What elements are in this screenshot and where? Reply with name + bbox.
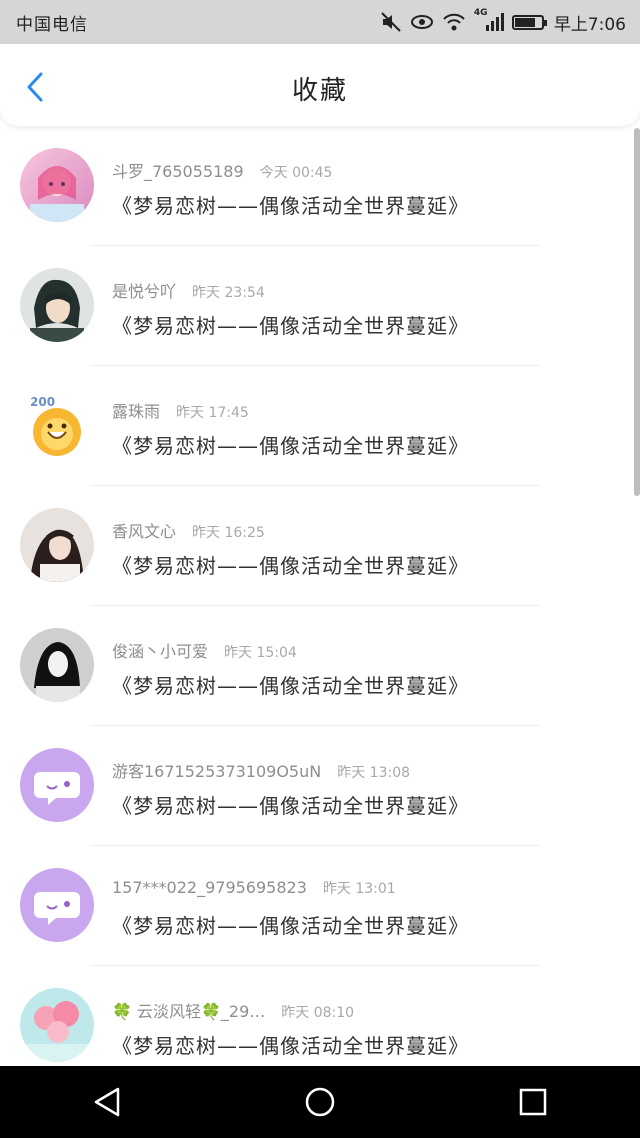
- mute-icon: [380, 10, 402, 34]
- nav-recents-button[interactable]: [503, 1072, 563, 1132]
- timestamp: 昨天 08:10: [281, 1005, 355, 1021]
- item-title: 《梦易恋树——偶像活动全世界蔓延》: [112, 914, 469, 938]
- user-name: 俊涵丶小可爱: [112, 642, 209, 661]
- clock: 早上7:06: [553, 14, 626, 35]
- timestamp: 昨天 23:54: [192, 285, 265, 301]
- list-item[interactable]: 🍀 云淡风轻🍀_29… 昨天 08:10 《梦易恋树——偶像活动全世界蔓延》: [0, 966, 620, 1066]
- user-name: 🍀 云淡风轻🍀_29…: [112, 1002, 266, 1021]
- list-item[interactable]: 200 露珠雨 昨天 17:45 《梦易恋树——偶像活动全世界蔓延》: [0, 366, 620, 486]
- nav-home-button[interactable]: [290, 1072, 350, 1132]
- item-meta: 游客1671525373109O5uN 昨天 13:08: [112, 758, 410, 782]
- list-item[interactable]: 是悦兮吖 昨天 23:54 《梦易恋树——偶像活动全世界蔓延》: [0, 246, 620, 366]
- avatar[interactable]: [20, 508, 94, 582]
- item-meta: 是悦兮吖 昨天 23:54: [112, 278, 265, 302]
- signal-icon: 4G: [473, 8, 504, 34]
- battery-fill: [514, 17, 535, 27]
- item-title: 《梦易恋树——偶像活动全世界蔓延》: [112, 314, 469, 338]
- user-name: 斗罗_765055189: [112, 162, 244, 181]
- item-title: 《梦易恋树——偶像活动全世界蔓延》: [112, 674, 469, 698]
- wifi-icon: [442, 10, 466, 34]
- user-name: 游客1671525373109O5uN: [112, 762, 322, 781]
- avatar[interactable]: [20, 628, 94, 702]
- timestamp: 今天 00:45: [259, 165, 333, 181]
- avatar[interactable]: [20, 148, 94, 222]
- item-title: 《梦易恋树——偶像活动全世界蔓延》: [112, 434, 469, 458]
- list-item[interactable]: 157***022_9795695823 昨天 13:01 《梦易恋树——偶像活动…: [0, 846, 620, 966]
- scrollbar[interactable]: [634, 128, 640, 496]
- timestamp: 昨天 17:45: [176, 405, 249, 421]
- list-item[interactable]: 游客1671525373109O5uN 昨天 13:08 《梦易恋树——偶像活动全…: [0, 726, 620, 846]
- list-item[interactable]: 香风文心 昨天 16:25 《梦易恋树——偶像活动全世界蔓延》: [0, 486, 620, 606]
- avatar[interactable]: [20, 268, 94, 342]
- user-name: 露珠雨: [112, 402, 161, 421]
- user-name: 157***022_9795695823: [112, 878, 307, 897]
- circle-home-icon: [305, 1087, 335, 1117]
- item-meta: 俊涵丶小可爱 昨天 15:04: [112, 638, 297, 662]
- item-meta: 斗罗_765055189 今天 00:45: [112, 158, 332, 182]
- item-meta: 香风文心 昨天 16:25: [112, 518, 265, 542]
- battery-icon: [511, 10, 547, 34]
- page-title: 收藏: [291, 76, 348, 106]
- user-name: 是悦兮吖: [112, 282, 177, 301]
- avatar[interactable]: 200: [20, 388, 94, 462]
- timestamp: 昨天 15:04: [224, 645, 297, 661]
- nav-back-button[interactable]: [77, 1072, 137, 1132]
- network-type-label: 4G: [473, 8, 488, 18]
- item-title: 《梦易恋树——偶像活动全世界蔓延》: [112, 194, 469, 218]
- item-meta: 157***022_9795695823 昨天 13:01: [112, 878, 396, 898]
- item-meta: 🍀 云淡风轻🍀_29… 昨天 08:10: [112, 998, 354, 1022]
- item-meta: 露珠雨 昨天 17:45: [112, 398, 249, 422]
- app-header: 收藏: [0, 44, 640, 126]
- list-item[interactable]: 俊涵丶小可爱 昨天 15:04 《梦易恋树——偶像活动全世界蔓延》: [0, 606, 620, 726]
- user-name: 香风文心: [112, 522, 177, 541]
- item-title: 《梦易恋树——偶像活动全世界蔓延》: [112, 1034, 469, 1058]
- avatar[interactable]: [20, 748, 94, 822]
- item-title: 《梦易恋树——偶像活动全世界蔓延》: [112, 794, 469, 818]
- triangle-back-icon: [94, 1087, 119, 1117]
- eye-icon: [410, 10, 434, 34]
- timestamp: 昨天 16:25: [192, 525, 265, 541]
- timestamp: 昨天 13:01: [322, 881, 396, 897]
- status-icons: 4G 早上7:06: [380, 8, 626, 36]
- system-nav-bar: [0, 1066, 640, 1138]
- status-bar: 中国电信 4G 早上7:06: [0, 0, 640, 44]
- svg-text:200: 200: [30, 395, 55, 409]
- avatar[interactable]: [20, 868, 94, 942]
- timestamp: 昨天 13:08: [337, 765, 411, 781]
- favorites-list: 斗罗_765055189 今天 00:45 《梦易恋树——偶像活动全世界蔓延》 是…: [0, 126, 640, 1066]
- carrier-label: 中国电信: [16, 15, 88, 35]
- square-recents-icon: [520, 1088, 547, 1116]
- item-title: 《梦易恋树——偶像活动全世界蔓延》: [112, 554, 469, 578]
- list-item[interactable]: 斗罗_765055189 今天 00:45 《梦易恋树——偶像活动全世界蔓延》: [0, 126, 620, 246]
- avatar[interactable]: [20, 988, 94, 1062]
